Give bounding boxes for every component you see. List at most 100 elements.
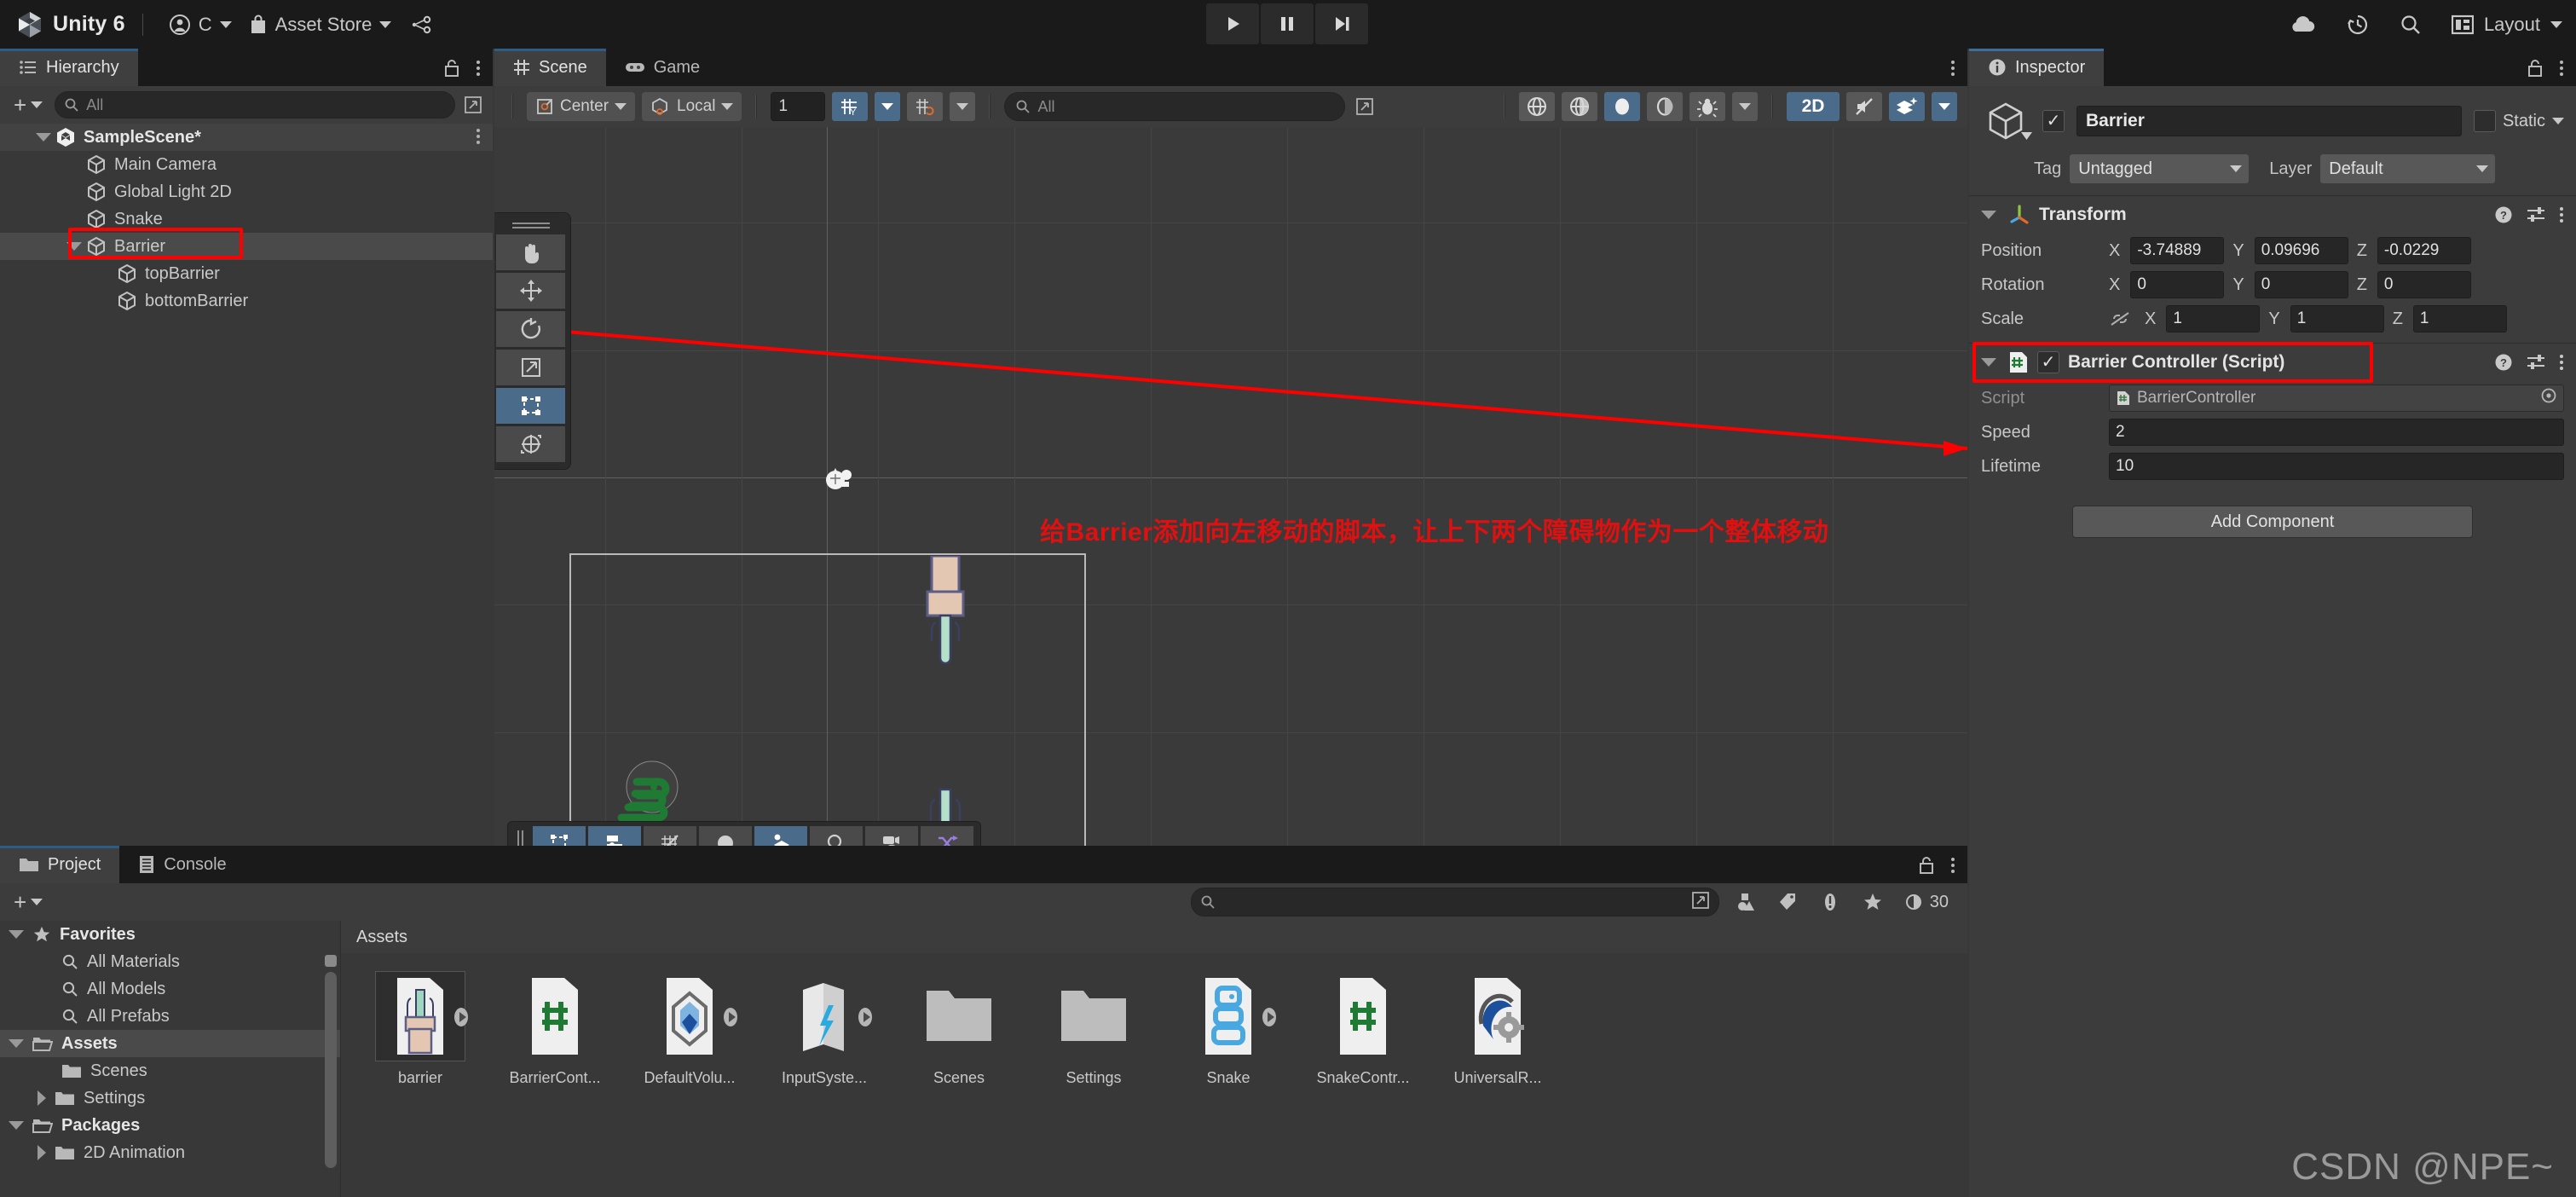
collapse-twisty-icon[interactable] [36, 133, 51, 142]
kebab-menu-icon[interactable] [2559, 206, 2564, 223]
increment-snap-toggle[interactable] [907, 92, 944, 121]
scale-z-input[interactable]: 1 [2412, 305, 2507, 332]
handle-space-dropdown[interactable]: Local [642, 92, 742, 121]
grid-snap-dropdown[interactable] [875, 92, 901, 121]
overlay-grip[interactable] [496, 218, 565, 232]
hierarchy-item-global-light-2d[interactable]: Global Light 2D [0, 178, 493, 205]
transform-component-header[interactable]: Transform ? [1969, 196, 2576, 234]
kebab-menu-icon[interactable] [1950, 856, 1955, 875]
hierarchy-item-snake[interactable]: Snake [0, 205, 493, 233]
asset-item[interactable]: UniversalR... [1442, 972, 1553, 1087]
asset-item[interactable]: Settings [1038, 972, 1149, 1087]
expand-twisty-icon[interactable] [38, 1145, 46, 1160]
tag-dropdown[interactable]: Untagged [2070, 154, 2250, 183]
scene-search-expand-button[interactable] [1352, 94, 1378, 119]
visible-items-count[interactable]: 30 [1903, 893, 1949, 912]
history-icon[interactable] [2346, 13, 2370, 37]
preset-icon[interactable] [2527, 354, 2545, 371]
layout-menu[interactable]: Layout [2451, 0, 2562, 49]
scene-viewport[interactable]: 给Barrier添加向左移动的脚本，让上下两个障碍物作为一个整体移动 [494, 127, 1967, 879]
project-tree-item-packages[interactable]: Packages [0, 1112, 340, 1139]
script-enabled-checkbox[interactable] [2037, 351, 2059, 373]
kebab-menu-icon[interactable] [1950, 59, 1955, 78]
static-checkbox[interactable] [2473, 110, 2496, 132]
filter-by-label-button[interactable] [1770, 889, 1805, 915]
script-object-field[interactable]: BarrierController [2109, 385, 2564, 412]
hierarchy-item-topbarrier[interactable]: topBarrier [0, 260, 493, 287]
filter-by-type-button[interactable] [1728, 889, 1762, 915]
tab-project[interactable]: Project [0, 846, 120, 883]
tab-scene[interactable]: Scene [494, 49, 606, 86]
scene-search-input[interactable]: All [1004, 92, 1346, 121]
project-tree-item-assets[interactable]: Assets [0, 1030, 340, 1057]
expand-prefab-icon[interactable] [724, 1006, 742, 1032]
search-icon[interactable] [2399, 13, 2423, 37]
scene-fx-outline-toggle[interactable] [1647, 92, 1683, 121]
project-tree-item-favorites[interactable]: Favorites [0, 921, 340, 948]
hierarchy-item-barrier[interactable]: Barrier [0, 233, 493, 260]
favorites-filter-button[interactable] [1856, 889, 1890, 915]
rotation-y-input[interactable]: 0 [2254, 271, 2348, 298]
static-control[interactable]: Static [2473, 110, 2564, 132]
scene-audio-mute-toggle[interactable] [1846, 92, 1882, 121]
kebab-menu-icon[interactable] [476, 59, 481, 78]
object-enabled-checkbox[interactable] [2042, 110, 2065, 132]
create-object-button[interactable]: + [7, 91, 49, 119]
version-control-button[interactable] [400, 0, 442, 49]
project-tree-scrollbar[interactable] [325, 955, 337, 1168]
asset-item[interactable]: DefaultVolu... [634, 972, 745, 1087]
tab-console[interactable]: Console [119, 846, 245, 883]
rotation-z-input[interactable]: 0 [2377, 271, 2471, 298]
light-gizmo-icon[interactable] [823, 465, 854, 498]
hand-tool-button[interactable] [496, 234, 565, 270]
layer-dropdown[interactable]: Default [2320, 154, 2496, 183]
asset-store-menu[interactable]: Asset Store [240, 0, 401, 49]
hierarchy-filter-button[interactable] [460, 92, 486, 118]
collapse-twisty-icon[interactable] [1981, 358, 1996, 367]
top-barrier-sprite[interactable] [921, 554, 969, 674]
project-tree-item-2d-animation[interactable]: 2D Animation [0, 1139, 340, 1166]
expand-prefab-icon[interactable] [1262, 1006, 1281, 1032]
add-component-button[interactable]: Add Component [2072, 506, 2473, 538]
project-tree-item-all-materials[interactable]: All Materials [0, 948, 340, 975]
scale-tool-button[interactable] [496, 350, 565, 385]
rect-tool-button[interactable] [496, 388, 565, 424]
scene-effects-toggle[interactable] [1889, 92, 1925, 121]
expand-twisty-icon[interactable] [38, 1090, 46, 1106]
hierarchy-item-main-camera[interactable]: Main Camera [0, 151, 493, 178]
object-name-input[interactable]: Barrier [2076, 106, 2462, 136]
move-tool-button[interactable] [496, 273, 565, 309]
object-picker-icon[interactable] [2541, 388, 2556, 408]
gameobject-icon[interactable] [1981, 96, 2032, 146]
search-expand-icon[interactable] [1691, 891, 1710, 914]
pivot-mode-dropdown[interactable]: Center [527, 92, 636, 121]
project-search-input[interactable] [1190, 888, 1719, 917]
hierarchy-item-bottombarrier[interactable]: bottomBarrier [0, 287, 493, 315]
project-tree-item-all-models[interactable]: All Models [0, 975, 340, 1003]
asset-item[interactable]: BarrierCont... [500, 972, 610, 1087]
script-component-header[interactable]: Barrier Controller (Script) ? [1969, 342, 2576, 383]
asset-item[interactable]: Scenes [904, 972, 1014, 1087]
lifetime-input[interactable]: 10 [2109, 453, 2564, 480]
scene-2d-toggle[interactable]: 2D [1787, 92, 1840, 121]
project-tree-item-settings[interactable]: Settings [0, 1084, 340, 1112]
position-y-input[interactable]: 0.09696 [2254, 237, 2348, 264]
speed-input[interactable]: 2 [2109, 419, 2564, 446]
grid-size-input[interactable]: 1 [771, 92, 826, 121]
expand-prefab-icon[interactable] [858, 1006, 877, 1032]
project-create-button[interactable]: + [7, 888, 49, 916]
help-icon[interactable]: ? [2494, 353, 2513, 372]
position-z-input[interactable]: -0.0229 [2377, 237, 2471, 264]
asset-item[interactable]: Snake [1173, 972, 1284, 1087]
account-menu[interactable]: C [160, 0, 240, 49]
scene-lighting-toggle[interactable] [1519, 92, 1555, 121]
collapse-twisty-icon[interactable] [1981, 211, 1996, 219]
scene-debug-dropdown[interactable] [1732, 92, 1758, 121]
transform-tool-button[interactable] [496, 426, 565, 462]
asset-item[interactable]: SnakeContr... [1308, 972, 1418, 1087]
kebab-menu-icon[interactable] [2559, 59, 2564, 78]
scene-debug-toggle[interactable] [1689, 92, 1725, 121]
scene-audio-toggle[interactable] [1562, 92, 1597, 121]
lock-icon[interactable] [2527, 59, 2544, 78]
scale-y-input[interactable]: 1 [2290, 305, 2384, 332]
